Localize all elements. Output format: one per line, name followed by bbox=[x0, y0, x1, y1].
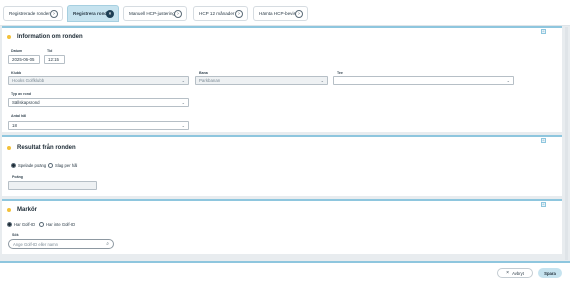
collapse-icon[interactable]: ^ bbox=[541, 138, 546, 143]
collapse-icon[interactable]: ^ bbox=[541, 202, 546, 207]
tab-register-round[interactable]: Registrera rond × bbox=[67, 5, 119, 22]
points-label: Poäng bbox=[12, 175, 23, 179]
tab-get-hcp-certificate[interactable]: Hämta HCP-bevis › bbox=[253, 6, 308, 21]
radio-unselected-icon bbox=[48, 163, 53, 168]
radio-no-golf-id[interactable]: Har inte Golf-ID bbox=[39, 222, 75, 227]
chevron-circle-icon[interactable]: › bbox=[174, 10, 182, 18]
time-field[interactable]: 12:15 bbox=[44, 55, 65, 64]
chevron-down-icon: ⌄ bbox=[181, 100, 185, 105]
section-dot-icon bbox=[7, 35, 11, 39]
radio-unselected-icon bbox=[39, 222, 44, 227]
round-info-section: ^ Information om ronden Datum 2025-06-05… bbox=[2, 26, 562, 132]
round-type-select[interactable]: Sällskapsrond ⌄ bbox=[8, 98, 189, 107]
chevron-down-icon: ⌄ bbox=[320, 78, 324, 83]
round-type-label: Typ av rond bbox=[11, 92, 32, 96]
result-section: ^ Resultat från ronden Spelade poäng Sla… bbox=[2, 135, 562, 196]
section-title: Markör bbox=[7, 207, 37, 213]
club-label: Klubb bbox=[11, 71, 22, 75]
tab-label: Registrera rond bbox=[73, 11, 108, 16]
close-icon: × bbox=[506, 270, 510, 276]
course-select[interactable]: Parkbanan ⌄ bbox=[195, 76, 328, 85]
chevron-down-icon: ⌄ bbox=[181, 123, 185, 128]
tab-hcp-12-months[interactable]: HCP 12 månader › bbox=[193, 6, 248, 21]
tab-manual-hcp[interactable]: Manuell HCP-justering › bbox=[123, 6, 187, 21]
radio-has-golf-id[interactable]: Har Golf-ID bbox=[7, 222, 35, 227]
tab-label: Registrerade ronder bbox=[9, 11, 50, 16]
radio-strokes[interactable]: Slag per hål bbox=[48, 163, 77, 168]
radio-selected-icon bbox=[7, 222, 12, 227]
marker-search-input[interactable]: Ange Golf-ID eller namn ⌕ bbox=[8, 239, 114, 249]
holes-select[interactable]: 18 ⌄ bbox=[8, 121, 189, 130]
tee-select[interactable]: ⌄ bbox=[333, 76, 514, 85]
course-label: Bana bbox=[199, 71, 208, 75]
search-icon[interactable]: ⌕ bbox=[106, 241, 109, 247]
radio-points[interactable]: Spelade poäng bbox=[11, 163, 46, 168]
radio-selected-icon bbox=[11, 163, 16, 168]
marker-section: ^ Markör Har Golf-ID Har inte Golf-ID Sö… bbox=[2, 199, 562, 254]
section-title: Information om ronden bbox=[7, 34, 83, 40]
time-label: Tid bbox=[47, 49, 53, 53]
footer-bar: × Avbryt Spara bbox=[0, 261, 570, 281]
section-title: Resultat från ronden bbox=[7, 145, 76, 151]
chevron-circle-icon[interactable]: › bbox=[50, 10, 58, 18]
section-dot-icon bbox=[7, 146, 11, 150]
tab-label: HCP 12 månader bbox=[199, 11, 235, 16]
search-label: Sök bbox=[12, 233, 19, 237]
cancel-button[interactable]: × Avbryt bbox=[497, 268, 533, 278]
holes-label: Antal hål bbox=[11, 114, 27, 118]
tab-label: Hämta HCP-bevis bbox=[259, 11, 296, 16]
scrollbar[interactable] bbox=[565, 27, 568, 260]
tab-registered-rounds[interactable]: Registrerade ronder › bbox=[3, 6, 63, 21]
tab-bar: Registrerade ronder › Registrera rond × … bbox=[0, 0, 570, 26]
chevron-circle-icon[interactable]: › bbox=[295, 10, 303, 18]
date-field[interactable]: 2025-06-05 bbox=[8, 55, 40, 64]
chevron-circle-icon[interactable]: › bbox=[235, 10, 243, 18]
chevron-down-icon: ⌄ bbox=[181, 78, 185, 83]
save-button[interactable]: Spara bbox=[538, 268, 562, 278]
tab-label: Manuell HCP-justering bbox=[129, 11, 175, 16]
date-label: Datum bbox=[11, 49, 23, 53]
close-circle-icon[interactable]: × bbox=[106, 10, 114, 18]
points-input[interactable] bbox=[8, 181, 97, 190]
section-dot-icon bbox=[7, 208, 11, 212]
collapse-icon[interactable]: ^ bbox=[541, 29, 546, 34]
tee-label: Tee bbox=[337, 71, 343, 75]
club-select[interactable]: Hooks Golfklubb ⌄ bbox=[8, 76, 189, 85]
chevron-down-icon: ⌄ bbox=[506, 78, 510, 83]
